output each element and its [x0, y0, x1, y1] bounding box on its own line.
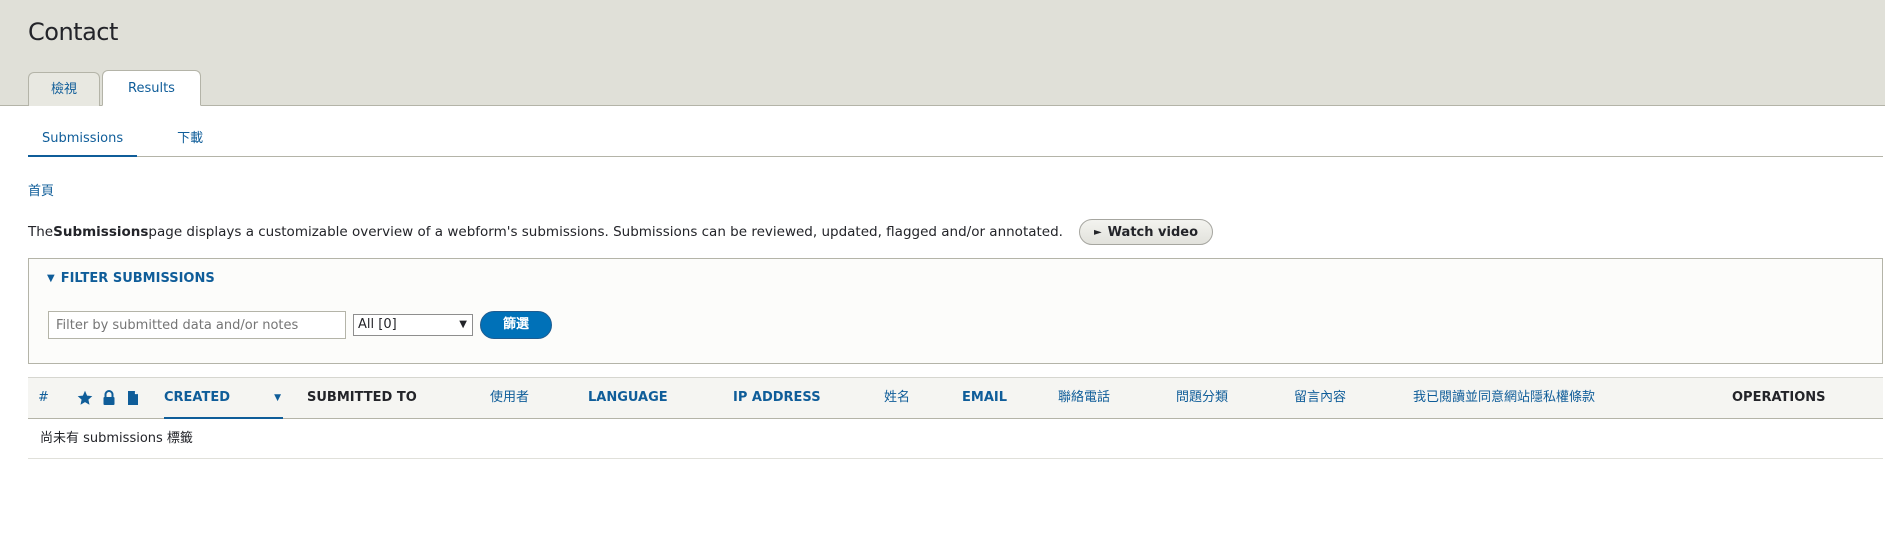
play-icon: ► [1093, 226, 1102, 238]
column-number[interactable]: # [38, 378, 49, 418]
column-privacy[interactable]: 我已閱讀並同意網站隱私權條款 [1413, 378, 1595, 418]
description-suffix: page displays a customizable overview of… [148, 224, 1063, 240]
triangle-down-icon: ▼ [47, 273, 55, 284]
page-title: Contact [28, 18, 118, 46]
primary-tabs: 檢視 Results [28, 70, 203, 106]
column-user[interactable]: 使用者 [490, 378, 529, 418]
sort-desc-icon: ▼ [274, 393, 281, 403]
subtab-download[interactable]: 下載 [163, 126, 217, 157]
description-prefix: The [28, 224, 54, 240]
column-phone[interactable]: 聯絡電話 [1058, 378, 1110, 418]
column-category[interactable]: 問題分類 [1176, 378, 1228, 418]
state-select[interactable]: All [0] ▼ [353, 314, 473, 336]
column-language[interactable]: LANGUAGE [588, 378, 668, 418]
table-empty-row: 尚未有 submissions 標籤 [28, 419, 1883, 459]
column-message[interactable]: 留言內容 [1294, 378, 1346, 418]
column-ip-address[interactable]: IP ADDRESS [733, 378, 821, 418]
filter-search-input[interactable] [48, 311, 346, 339]
tab-view[interactable]: 檢視 [28, 72, 101, 106]
column-name[interactable]: 姓名 [884, 378, 910, 418]
subtab-submissions[interactable]: Submissions [28, 126, 138, 157]
page-description: The Submissions page displays a customiz… [28, 219, 1214, 245]
chevron-down-icon: ▼ [459, 319, 467, 330]
table-header: # CREATED ▼ SUBMITTED TO 使用者 LANGUAGE IP… [28, 377, 1883, 419]
column-created-label: CREATED [164, 390, 231, 405]
column-email[interactable]: EMAIL [962, 378, 1007, 418]
filter-panel: ▼ FILTER SUBMISSIONS All [0] ▼ 篩選 [28, 258, 1883, 364]
column-operations: OPERATIONS [1732, 390, 1826, 405]
description-bold: Submissions [53, 224, 149, 240]
tab-results[interactable]: Results [102, 70, 201, 106]
column-created[interactable]: CREATED ▼ [164, 378, 283, 419]
watch-video-button[interactable]: ► Watch video [1078, 219, 1214, 245]
filter-toggle[interactable]: ▼ FILTER SUBMISSIONS [47, 271, 215, 286]
star-icon[interactable] [77, 390, 93, 406]
state-select-value: All [0] [358, 317, 397, 332]
watch-video-label: Watch video [1107, 224, 1199, 240]
lock-icon[interactable] [102, 390, 116, 406]
page-header: Contact 檢視 Results [0, 0, 1885, 106]
filter-summary-label: FILTER SUBMISSIONS [60, 271, 215, 286]
file-icon[interactable] [127, 390, 139, 406]
breadcrumb-home[interactable]: 首頁 [28, 180, 54, 199]
column-submitted-to: SUBMITTED TO [307, 390, 417, 405]
secondary-tabs: Submissions 下載 [28, 126, 1883, 157]
filter-submit-button[interactable]: 篩選 [480, 311, 552, 339]
